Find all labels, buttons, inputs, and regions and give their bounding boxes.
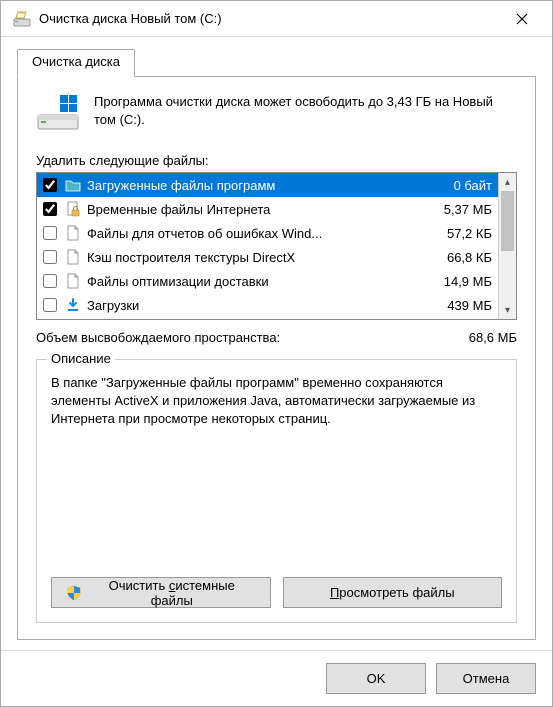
tab-panel: Программа очистки диска может освободить…	[17, 77, 536, 640]
delete-files-label: Удалить следующие файлы:	[36, 153, 517, 168]
file-checkbox[interactable]	[43, 274, 57, 288]
total-label: Объем высвобождаемого пространства:	[36, 330, 280, 345]
file-checkbox[interactable]	[43, 250, 57, 264]
file-list[interactable]: Загруженные файлы программ 0 байт Временны…	[37, 173, 498, 319]
file-label: Загруженные файлы программ	[87, 178, 416, 193]
drive-icon	[36, 93, 80, 133]
intro-text: Программа очистки диска может освободить…	[94, 93, 517, 133]
scrollbar-vertical[interactable]: ▴ ▾	[498, 173, 516, 319]
total-row: Объем высвобождаемого пространства: 68,6…	[36, 330, 517, 345]
file-checkbox[interactable]	[43, 202, 57, 216]
folder-cyan-icon	[65, 177, 81, 193]
disk-cleanup-dialog: Очистка диска Новый том (C:) Очистка дис…	[0, 0, 553, 707]
file-size: 439 МБ	[422, 298, 492, 313]
file-list-container: Загруженные файлы программ 0 байт Временны…	[36, 172, 517, 320]
scroll-thumb[interactable]	[501, 191, 514, 251]
file-icon	[65, 249, 81, 265]
group-title: Описание	[47, 351, 115, 366]
intro-row: Программа очистки диска может освободить…	[36, 93, 517, 133]
file-size: 57,2 КБ	[422, 226, 492, 241]
ok-button[interactable]: OK	[326, 663, 426, 694]
file-icon	[65, 225, 81, 241]
file-size: 66,8 КБ	[422, 250, 492, 265]
window-title: Очистка диска Новый том (C:)	[39, 11, 502, 26]
file-checkbox[interactable]	[43, 298, 57, 312]
file-row[interactable]: Временные файлы Интернета 5,37 МБ	[37, 197, 498, 221]
clean-system-files-label: Очистить системные файлы	[88, 578, 256, 608]
dialog-body: Очистка диска Программа очистки диск	[1, 37, 552, 650]
titlebar: Очистка диска Новый том (C:)	[1, 1, 552, 37]
total-value: 68,6 МБ	[469, 330, 517, 345]
file-row[interactable]: Загруженные файлы программ 0 байт	[37, 173, 498, 197]
file-row[interactable]: Кэш построителя текстуры DirectX 66,8 КБ	[37, 245, 498, 269]
file-label: Файлы для отчетов об ошибках Wind...	[87, 226, 416, 241]
file-icon	[65, 273, 81, 289]
close-button[interactable]	[502, 5, 542, 33]
file-row[interactable]: Файлы для отчетов об ошибках Wind... 57,2…	[37, 221, 498, 245]
file-label: Загрузки	[87, 298, 416, 313]
description-group: Описание В папке "Загруженные файлы прог…	[36, 359, 517, 623]
lock-file-icon	[65, 201, 81, 217]
file-label: Временные файлы Интернета	[87, 202, 416, 217]
tab-disk-cleanup[interactable]: Очистка диска	[17, 49, 135, 77]
file-size: 0 байт	[422, 178, 492, 193]
file-size: 5,37 МБ	[422, 202, 492, 217]
file-size: 14,9 МБ	[422, 274, 492, 289]
dialog-footer: OK Отмена	[1, 650, 552, 706]
scroll-down-arrow[interactable]: ▾	[499, 301, 516, 319]
view-files-label: Просмотреть файлы	[330, 585, 455, 600]
clean-system-files-button[interactable]: Очистить системные файлы	[51, 577, 271, 608]
file-checkbox[interactable]	[43, 226, 57, 240]
download-icon	[65, 297, 81, 313]
shield-icon	[66, 585, 82, 601]
file-row[interactable]: Файлы оптимизации доставки 14,9 МБ	[37, 269, 498, 293]
file-label: Файлы оптимизации доставки	[87, 274, 416, 289]
scroll-up-arrow[interactable]: ▴	[499, 173, 516, 191]
tab-strip: Очистка диска	[17, 49, 536, 77]
description-text: В папке "Загруженные файлы программ" вре…	[51, 374, 502, 567]
file-label: Кэш построителя текстуры DirectX	[87, 250, 416, 265]
view-files-button[interactable]: Просмотреть файлы	[283, 577, 503, 608]
file-checkbox[interactable]	[43, 178, 57, 192]
app-icon	[13, 10, 31, 28]
cancel-button[interactable]: Отмена	[436, 663, 536, 694]
file-row[interactable]: Загрузки 439 МБ	[37, 293, 498, 317]
